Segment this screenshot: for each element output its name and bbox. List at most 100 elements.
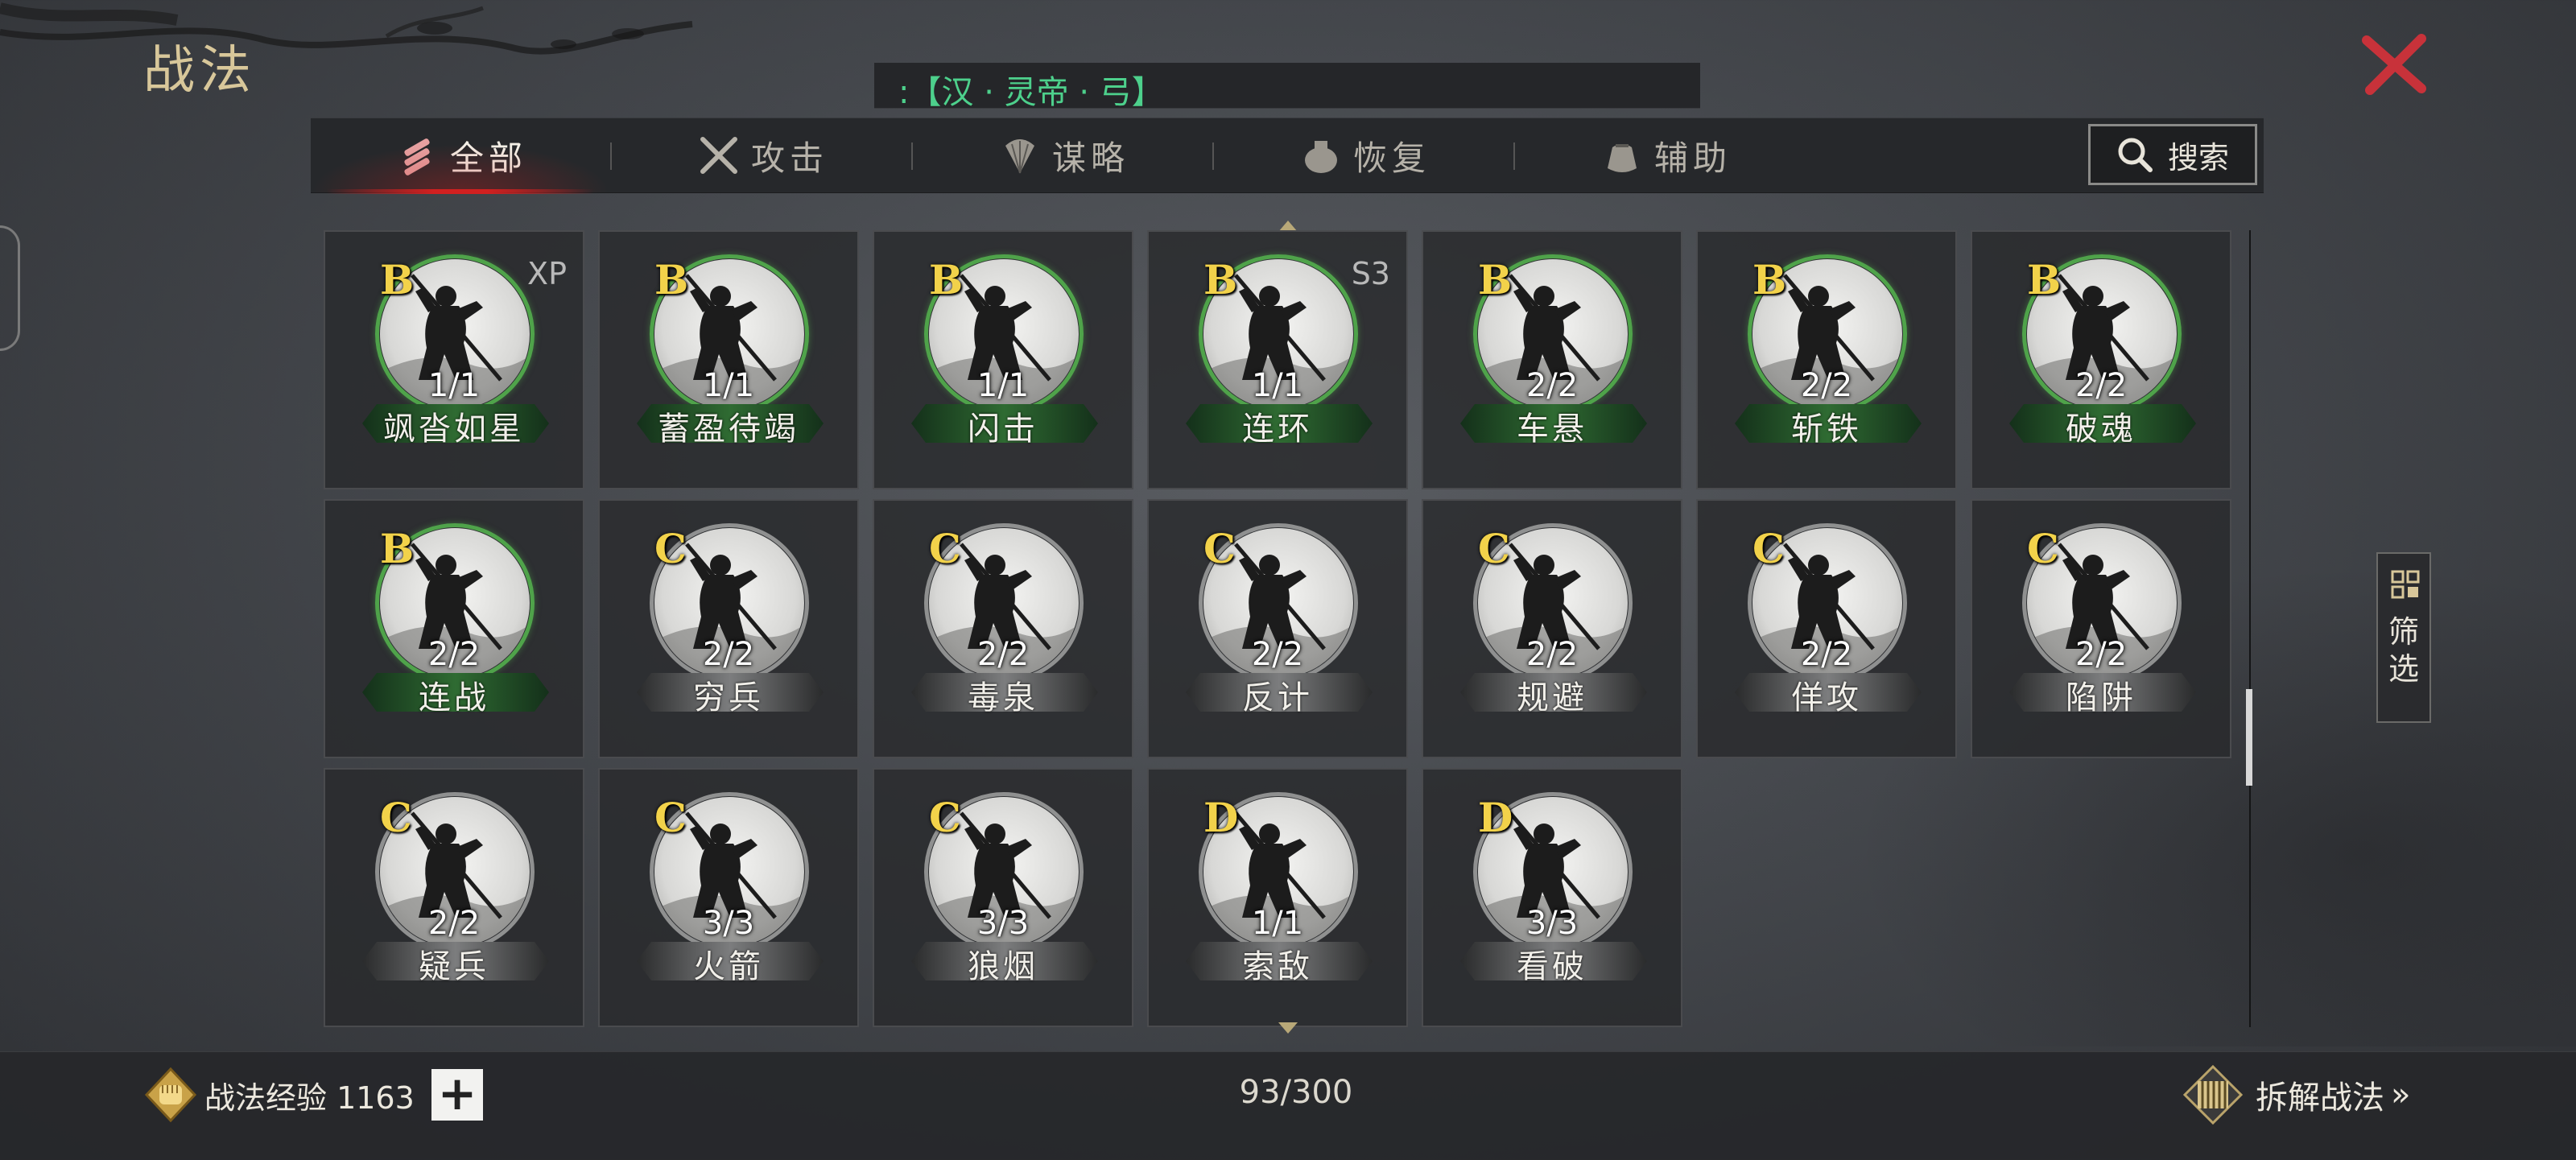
tactic-card[interactable]: C 2/2 陷阱 bbox=[1971, 499, 2231, 758]
tactic-card[interactable]: B S3 1/1 连环 bbox=[1147, 230, 1408, 489]
tactic-card[interactable]: B 2/2 斩铁 bbox=[1696, 230, 1957, 489]
page-title: 战法 bbox=[143, 41, 256, 101]
tactic-level: 2/2 bbox=[1525, 636, 1579, 673]
tactic-name: 蓄盈待竭 bbox=[658, 411, 799, 448]
side-drawer-handle[interactable] bbox=[0, 225, 20, 351]
grade-badge: B bbox=[1203, 256, 1238, 303]
double-chevron-right-icon: » bbox=[2391, 1076, 2411, 1113]
tab-strategy[interactable]: 谋略 bbox=[913, 118, 1212, 192]
fist-badge-icon bbox=[144, 1067, 197, 1123]
tactic-level: 2/2 bbox=[2074, 636, 2128, 673]
tactic-card[interactable]: C 3/3 火箭 bbox=[598, 768, 859, 1027]
tactic-count: 93/300 bbox=[1239, 1074, 1353, 1111]
bamboo-slip-icon bbox=[2182, 1064, 2244, 1125]
tactic-card[interactable]: C 2/2 反计 bbox=[1147, 499, 1408, 758]
tab-label: 全部 bbox=[449, 138, 527, 178]
grade-badge: B bbox=[1752, 256, 1787, 303]
tactic-level: 1/1 bbox=[702, 367, 755, 404]
tactic-name: 飒沓如星 bbox=[383, 411, 525, 448]
filter-button[interactable]: 筛选 bbox=[2376, 552, 2431, 723]
tactics-grid: B XP 1/1 飒沓如星 B 1/1 蓄盈待竭 B 1/1 闪击 B S3 1/1 连环 B 2/2 车悬 B 2… bbox=[324, 230, 2240, 1027]
grid-icon bbox=[2391, 570, 2420, 599]
grade-badge: C bbox=[1752, 525, 1785, 572]
grade-badge: B bbox=[654, 256, 689, 303]
tab-support[interactable]: 辅助 bbox=[1515, 118, 1814, 192]
tactic-level: 1/1 bbox=[976, 367, 1030, 404]
grade-badge: C bbox=[380, 794, 412, 841]
tactic-card[interactable]: B XP 1/1 飒沓如星 bbox=[324, 230, 584, 489]
tactic-name: 闪击 bbox=[968, 411, 1038, 448]
tactic-level: 3/3 bbox=[702, 905, 755, 942]
tactic-name: 看破 bbox=[1517, 948, 1587, 985]
tactic-card[interactable]: D 3/3 看破 bbox=[1422, 768, 1682, 1027]
grid-scroll-track bbox=[2249, 230, 2251, 1027]
tactic-name: 破魂 bbox=[2066, 411, 2136, 448]
tactic-card[interactable]: B 2/2 破魂 bbox=[1971, 230, 2231, 489]
tab-label: 谋略 bbox=[1051, 138, 1129, 178]
medicine-pot-icon bbox=[1297, 131, 1345, 180]
tactic-card[interactable]: B 2/2 连战 bbox=[324, 499, 584, 758]
add-exp-button[interactable]: + bbox=[431, 1069, 483, 1121]
crossed-swords-icon bbox=[695, 131, 743, 180]
dismantle-label: 拆解战法 bbox=[2256, 1080, 2384, 1117]
tactic-card[interactable]: C 3/3 狼烟 bbox=[873, 768, 1133, 1027]
tactic-level: 3/3 bbox=[976, 905, 1030, 942]
tab-attack[interactable]: 攻击 bbox=[612, 118, 911, 192]
tactic-card[interactable]: B 2/2 车悬 bbox=[1422, 230, 1682, 489]
scroll-bundle-icon bbox=[394, 131, 442, 180]
tactic-name: 车悬 bbox=[1517, 411, 1587, 448]
grade-badge: D bbox=[1478, 794, 1513, 841]
tactic-card[interactable]: C 2/2 穷兵 bbox=[598, 499, 859, 758]
grade-badge: B bbox=[2027, 256, 2062, 303]
banner-text: :【汉 · 灵帝 · 弓】 bbox=[898, 74, 1164, 111]
tactic-name: 佯攻 bbox=[1791, 679, 1862, 716]
tactic-level: 1/1 bbox=[427, 367, 481, 404]
tactic-card[interactable]: C 2/2 佯攻 bbox=[1696, 499, 1957, 758]
close-icon[interactable] bbox=[2359, 29, 2431, 101]
tactic-name: 疑兵 bbox=[419, 948, 489, 985]
grade-badge: B bbox=[380, 525, 415, 572]
tactic-exp-display: 战法经验 1163 bbox=[142, 1064, 415, 1125]
tab-label: 攻击 bbox=[750, 138, 828, 178]
tactic-level: 2/2 bbox=[1800, 636, 1853, 673]
tactic-name: 狼烟 bbox=[968, 948, 1038, 985]
tactic-level: 2/2 bbox=[976, 636, 1030, 673]
tactic-name: 毒泉 bbox=[968, 679, 1038, 716]
tactic-name: 反计 bbox=[1242, 679, 1313, 716]
tactic-name: 规避 bbox=[1517, 679, 1587, 716]
tactic-card[interactable]: B 1/1 闪击 bbox=[873, 230, 1133, 489]
tactic-level: 2/2 bbox=[427, 636, 481, 673]
grade-badge: B bbox=[380, 256, 415, 303]
season-tag: XP bbox=[527, 256, 567, 291]
magnifier-icon bbox=[2118, 138, 2153, 172]
season-tag: S3 bbox=[1351, 256, 1390, 291]
grade-badge: C bbox=[654, 525, 687, 572]
tactic-level: 2/2 bbox=[702, 636, 755, 673]
scrollbar-thumb[interactable] bbox=[2246, 689, 2252, 786]
feather-fan-icon bbox=[996, 131, 1044, 180]
tactic-level: 1/1 bbox=[1251, 905, 1304, 942]
grade-badge: C bbox=[929, 794, 961, 841]
scroll-down-indicator bbox=[1278, 1022, 1298, 1034]
general-banner: :【汉 · 灵帝 · 弓】 bbox=[874, 63, 1700, 111]
tactic-name: 斩铁 bbox=[1791, 411, 1862, 448]
tab-all[interactable]: 全部 bbox=[311, 118, 610, 194]
tactic-name: 火箭 bbox=[693, 948, 764, 985]
grade-badge: C bbox=[2027, 525, 2059, 572]
tab-label: 恢复 bbox=[1352, 138, 1430, 178]
grade-badge: C bbox=[929, 525, 961, 572]
tactic-level: 2/2 bbox=[1251, 636, 1304, 673]
tactic-card[interactable]: B 1/1 蓄盈待竭 bbox=[598, 230, 859, 489]
search-button[interactable]: 搜索 bbox=[2088, 124, 2257, 185]
tactic-card[interactable]: C 2/2 毒泉 bbox=[873, 499, 1133, 758]
tactic-name: 连环 bbox=[1242, 411, 1313, 448]
dismantle-tactic-button[interactable]: 拆解战法 » bbox=[2182, 1063, 2410, 1127]
tactic-card[interactable]: C 2/2 规避 bbox=[1422, 499, 1682, 758]
tactic-name: 陷阱 bbox=[2066, 679, 2136, 716]
tactic-name: 穷兵 bbox=[693, 679, 764, 716]
tactic-card[interactable]: C 2/2 疑兵 bbox=[324, 768, 584, 1027]
tactic-level: 2/2 bbox=[1800, 367, 1853, 404]
category-tab-bar: 全部 攻击 谋略 恢复 辅助 bbox=[311, 118, 2264, 194]
tactic-card[interactable]: D 1/1 索敌 bbox=[1147, 768, 1408, 1027]
tab-recovery[interactable]: 恢复 bbox=[1214, 118, 1513, 192]
